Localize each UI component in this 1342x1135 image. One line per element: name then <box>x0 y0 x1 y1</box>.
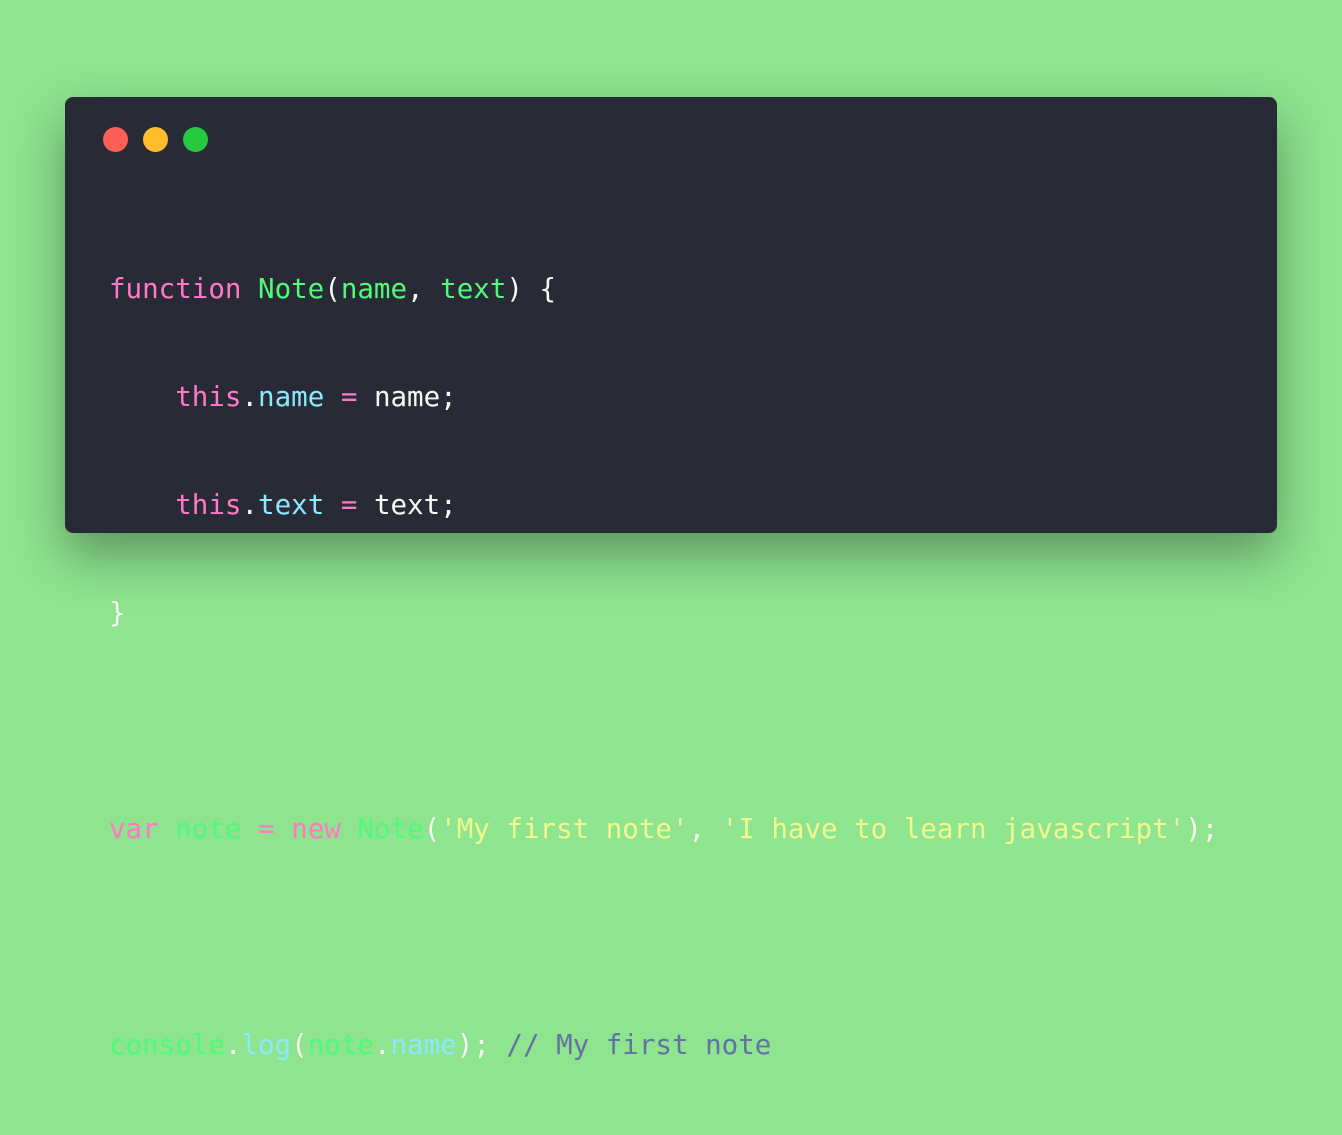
constructor-note: Note <box>357 813 424 845</box>
dot: . <box>224 1029 242 1061</box>
dot: . <box>241 381 259 413</box>
assigned-value: name; <box>373 381 457 413</box>
keyword-var: var <box>109 813 159 845</box>
code-line-2: this.name = name; <box>109 379 1218 415</box>
assigned-value: text; <box>373 489 457 521</box>
paren-close-brace: ) { <box>506 273 557 305</box>
keyword-function: function <box>109 273 242 305</box>
close-window-icon[interactable] <box>103 127 128 152</box>
arg-note: note <box>307 1029 374 1061</box>
paren-open: ( <box>423 813 441 845</box>
code-line-8: console.log(note.name); // My first note <box>109 1027 1218 1063</box>
code-line-6: var note = new Note('My first note', 'I … <box>109 811 1218 847</box>
arg-comma: , <box>688 813 722 845</box>
paren-open: ( <box>324 273 341 305</box>
property-name: name <box>258 381 325 413</box>
assign-operator: = <box>324 381 374 413</box>
statement-end: ); <box>456 1029 507 1061</box>
assign-operator: = <box>324 489 374 521</box>
paren-open: ( <box>291 1029 308 1061</box>
close-brace: } <box>109 597 126 629</box>
keyword-this: this <box>175 489 242 521</box>
code-line-7-blank <box>109 919 1218 955</box>
code-line-4: } <box>109 595 1218 631</box>
keyword-new: new <box>291 813 341 845</box>
maximize-window-icon[interactable] <box>183 127 208 152</box>
minimize-window-icon[interactable] <box>143 127 168 152</box>
string-arg-1: 'My first note' <box>440 813 689 845</box>
string-arg-2: 'I have to learn javascript' <box>721 813 1186 845</box>
variable-note: note <box>175 813 242 845</box>
arg-property-name: name <box>390 1029 457 1061</box>
function-name: Note <box>258 273 325 305</box>
param-text: text <box>440 273 507 305</box>
property-text: text <box>258 489 325 521</box>
param-comma: , <box>407 273 441 305</box>
param-name: name <box>340 273 408 305</box>
code-comment: // My first note <box>506 1029 772 1061</box>
log-method: log <box>241 1029 292 1061</box>
code-block: function Note(name, text) { this.name = … <box>109 199 1218 1135</box>
window-controls <box>103 127 208 152</box>
console-object: console <box>109 1029 225 1061</box>
dot: . <box>241 489 259 521</box>
keyword-this: this <box>175 381 242 413</box>
code-line-1: function Note(name, text) { <box>109 271 1218 307</box>
code-line-3: this.text = text; <box>109 487 1218 523</box>
code-window: function Note(name, text) { this.name = … <box>65 97 1277 1061</box>
statement-end: ); <box>1185 813 1219 845</box>
code-line-5-blank <box>109 703 1218 739</box>
assign-operator: = <box>241 813 292 845</box>
dot: . <box>373 1029 391 1061</box>
